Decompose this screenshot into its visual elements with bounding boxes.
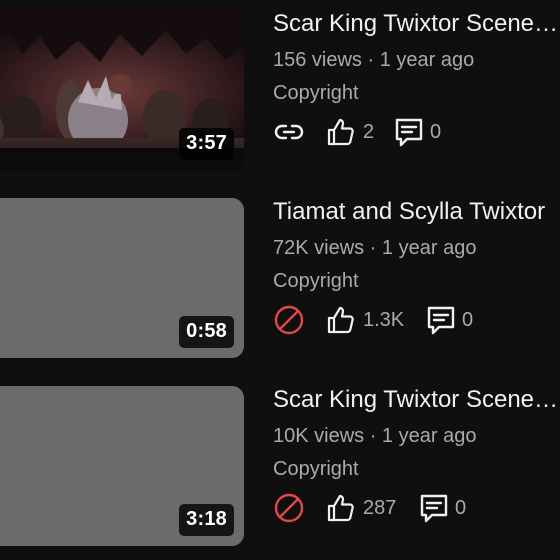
video-row: 0:58 Tiamat and Scylla Twixtor 72K views… xyxy=(0,188,560,358)
comment-icon[interactable] xyxy=(425,304,457,336)
comment-icon[interactable] xyxy=(393,116,425,148)
video-meta: 156 views · 1 year ago xyxy=(273,49,475,71)
video-stats: 1.3K 0 xyxy=(273,304,560,338)
video-meta: 72K views · 1 year ago xyxy=(273,237,477,259)
video-title[interactable]: Tiamat and Scylla Twixtor xyxy=(273,198,560,226)
video-list: 3:57 Scar King Twixtor Scene… 156 views … xyxy=(0,0,560,560)
video-row: 3:18 Scar King Twixtor Scene… 10K views … xyxy=(0,376,560,546)
video-duration: 3:18 xyxy=(179,504,234,536)
link-icon[interactable] xyxy=(273,116,305,148)
video-restriction: Copyright xyxy=(273,82,359,104)
comment-icon[interactable] xyxy=(418,492,450,524)
comment-count: 0 xyxy=(455,497,467,519)
like-count: 1.3K xyxy=(363,309,405,331)
like-count: 2 xyxy=(363,121,375,143)
like-icon[interactable] xyxy=(325,116,357,148)
video-restriction: Copyright xyxy=(273,270,359,292)
comment-count: 0 xyxy=(462,309,474,331)
like-icon[interactable] xyxy=(325,492,357,524)
video-stats: 2 0 xyxy=(273,116,560,150)
video-row: 3:57 Scar King Twixtor Scene… 156 views … xyxy=(0,0,560,170)
like-count: 287 xyxy=(363,497,397,519)
video-title[interactable]: Scar King Twixtor Scene… xyxy=(273,10,560,38)
video-meta: 10K views · 1 year ago xyxy=(273,425,477,447)
video-title[interactable]: Scar King Twixtor Scene… xyxy=(273,386,560,414)
comment-count: 0 xyxy=(430,121,442,143)
video-thumbnail[interactable]: 0:58 xyxy=(0,198,244,358)
video-thumbnail[interactable]: 3:57 xyxy=(0,10,244,170)
blocked-icon[interactable] xyxy=(273,304,305,336)
video-thumbnail[interactable]: 3:18 xyxy=(0,386,244,546)
like-icon[interactable] xyxy=(325,304,357,336)
video-stats: 287 0 xyxy=(273,492,560,526)
blocked-icon[interactable] xyxy=(273,492,305,524)
video-duration: 0:58 xyxy=(179,316,234,348)
video-duration: 3:57 xyxy=(179,128,234,160)
video-restriction: Copyright xyxy=(273,458,359,480)
